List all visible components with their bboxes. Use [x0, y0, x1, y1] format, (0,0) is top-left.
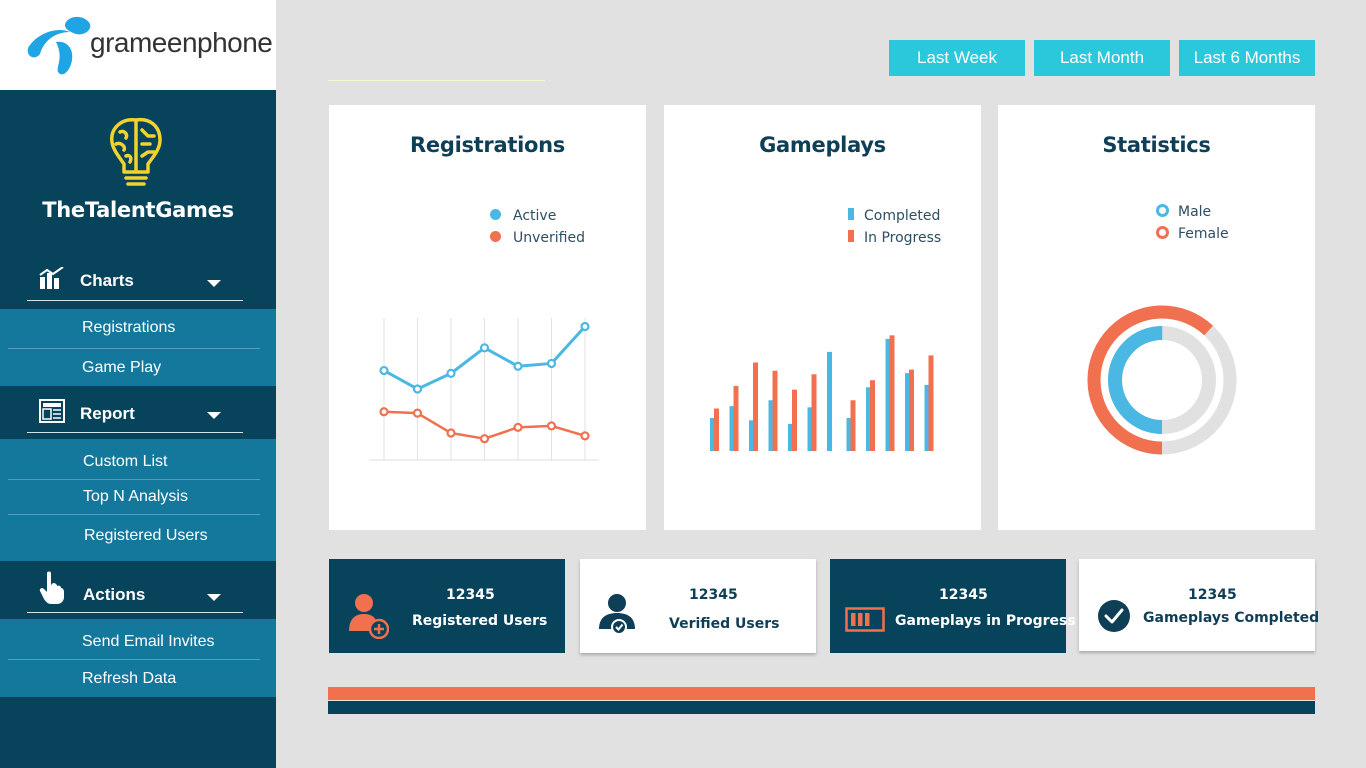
data-point-active	[479, 343, 490, 353]
sidebar-subgroup-report: Custom List Top N Analysis Registered Us…	[0, 439, 276, 561]
bar-in-progress	[811, 374, 817, 451]
data-point-unverified	[446, 428, 456, 438]
chevron-down-icon[interactable]	[207, 280, 221, 287]
tile-value: 12345	[446, 587, 495, 603]
sidebar-item-registered-users[interactable]: Registered Users	[8, 515, 260, 561]
data-point-unverified	[379, 407, 389, 417]
gameplays-bar-chart	[710, 335, 934, 451]
sidebar-section-label: Actions	[83, 585, 146, 604]
bar-in-progress	[928, 355, 934, 451]
sidebar-section-actions[interactable]: Actions	[27, 571, 243, 613]
report-icon	[39, 399, 65, 423]
bar-in-progress	[792, 389, 797, 451]
tile-registered-users[interactable]: 12345 Registered Users	[329, 559, 565, 653]
logo-area: grameenphone	[0, 0, 276, 90]
tile-gameplays-in-progress[interactable]: 12345 Gameplays in Progress	[830, 559, 1076, 653]
sidebar-item-send-email-invites[interactable]: Send Email Invites	[8, 619, 260, 660]
tile-value: 12345	[939, 587, 988, 603]
chevron-down-icon[interactable]	[207, 412, 221, 419]
data-point-active	[379, 365, 389, 376]
bar-in-progress	[850, 400, 856, 451]
sidebar-subgroup-actions: Send Email Invites Refresh Data	[0, 619, 276, 697]
footer-stripe-navy	[328, 701, 1315, 714]
bar-in-progress	[772, 370, 778, 451]
sidebar-section-charts[interactable]: Charts	[27, 261, 243, 301]
bar-in-progress	[889, 335, 895, 451]
sidebar-item-game-play[interactable]: Game Play	[8, 349, 260, 386]
data-point-active	[580, 321, 590, 332]
sidebar-subgroup-charts: Registrations Game Play	[0, 309, 276, 386]
sidebar-item-custom-list[interactable]: Custom List	[8, 439, 260, 480]
statistics-card: Statistics Male Female	[998, 105, 1315, 530]
bar-in-progress	[909, 369, 914, 451]
tile-label: Registered Users	[412, 613, 548, 629]
sidebar-section-report[interactable]: Report	[27, 393, 243, 433]
user-verified-icon	[599, 594, 635, 635]
sidebar-item-refresh-data[interactable]: Refresh Data	[8, 660, 260, 697]
tile-verified-users[interactable]: 12345 Verified Users	[580, 559, 816, 653]
data-point-unverified	[412, 408, 423, 418]
filter-last-6-months-button[interactable]: Last 6 Months	[1179, 40, 1315, 76]
hand-pointer-icon	[39, 571, 64, 604]
data-point-active	[412, 384, 423, 394]
data-point-active	[513, 361, 523, 371]
battery-progress-icon	[845, 607, 885, 632]
check-circle-icon	[1098, 600, 1130, 632]
tile-value: 12345	[1188, 587, 1237, 603]
tile-label: Verified Users	[669, 616, 780, 632]
sidebar-item-registrations[interactable]: Registrations	[8, 309, 260, 349]
data-point-unverified	[479, 434, 490, 444]
tile-label: Gameplays in Progress	[895, 613, 1076, 629]
data-point-active	[446, 368, 456, 378]
data-point-active	[546, 358, 557, 369]
sidebar-section-label: Report	[80, 404, 135, 423]
bar-in-progress	[753, 362, 758, 451]
registrations-line-chart	[369, 318, 599, 461]
bar-in-progress	[714, 408, 719, 451]
filter-last-month-button[interactable]: Last Month	[1034, 40, 1170, 76]
divider	[328, 80, 545, 81]
footer-stripe-orange	[328, 687, 1315, 700]
statistics-donut-chart	[1087, 305, 1237, 455]
logo-text: grameenphone	[90, 27, 273, 58]
brain-bulb-icon	[110, 117, 162, 186]
data-point-unverified	[580, 431, 590, 441]
data-point-unverified	[546, 421, 557, 431]
brand-name: TheTalentGames	[42, 198, 234, 222]
filter-last-week-button[interactable]: Last Week	[889, 40, 1025, 76]
tile-value: 12345	[689, 587, 738, 603]
user-add-icon	[349, 594, 389, 639]
bar-in-progress	[733, 386, 739, 451]
sidebar-section-label: Charts	[80, 271, 134, 290]
bar-in-progress	[870, 380, 875, 451]
grameenphone-logo-icon	[27, 16, 91, 75]
tile-label: Gameplays Completed	[1143, 610, 1320, 626]
chevron-down-icon[interactable]	[207, 594, 221, 601]
registrations-card: Registrations Active Unverified	[329, 105, 646, 530]
data-point-unverified	[513, 422, 523, 432]
chart-icon	[39, 267, 64, 289]
sidebar-item-top-n-analysis[interactable]: Top N Analysis	[8, 480, 260, 515]
gameplays-card: Gameplays Completed In Progress	[664, 105, 981, 530]
tile-gameplays-completed[interactable]: 12345 Gameplays Completed	[1079, 559, 1319, 651]
bar-completed	[827, 351, 832, 451]
